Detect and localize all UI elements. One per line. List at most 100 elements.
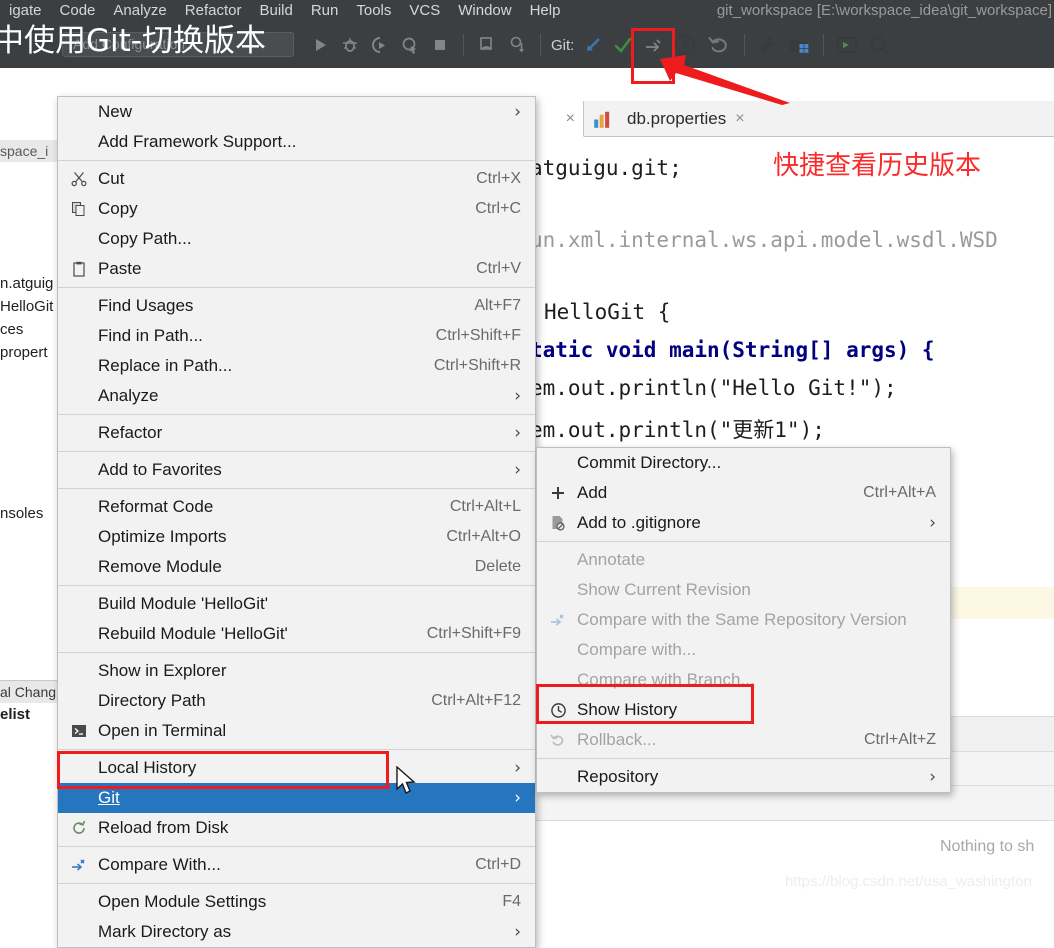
divider	[540, 34, 541, 56]
project-title: git_workspace [E:\workspace_idea\git_wor…	[716, 2, 1052, 19]
run-with-coverage-icon[interactable]	[365, 30, 395, 60]
terminal-icon	[69, 721, 89, 741]
code-line: HelloGit {	[544, 300, 671, 324]
menu-item-rebuild-module[interactable]: Rebuild Module 'HelloGit' Ctrl+Shift+F9	[58, 619, 535, 649]
menu-item-replace-in-path[interactable]: Replace in Path... Ctrl+Shift+R	[58, 351, 535, 381]
chevron-right-icon: ›	[514, 102, 521, 122]
menu-item-label: Optimize Imports	[98, 527, 227, 546]
menu-bar: igate Code Analyze Refactor Build Run To…	[0, 1, 569, 21]
editor-tab-active[interactable]: ×	[530, 101, 584, 137]
menu-item-vcs[interactable]: VCS	[400, 1, 449, 21]
code-line: em.out.println("Hello Git!");	[530, 376, 897, 400]
git-label: Git:	[551, 36, 575, 54]
submenu-item-compare-same-repo-version: Compare with the Same Repository Version	[537, 605, 950, 635]
menu-item-navigate[interactable]: igate	[0, 1, 51, 21]
project-tree-item[interactable]: ces	[0, 319, 57, 341]
commit-icon[interactable]	[578, 30, 608, 60]
local-changes-bar[interactable]: al Chang	[0, 681, 57, 703]
menu-item-accelerator: Delete	[474, 558, 521, 575]
menu-item-build-module[interactable]: Build Module 'HelloGit'	[58, 589, 535, 619]
pull-icon[interactable]	[502, 30, 532, 60]
submenu-item-add[interactable]: Add Ctrl+Alt+A	[537, 478, 950, 508]
nothing-to-show-label: Nothing to sh	[940, 838, 1035, 855]
submenu-item-show-current-revision: Show Current Revision	[537, 575, 950, 605]
menu-item-label: Add	[577, 483, 608, 502]
editor-tab-db-properties[interactable]: db.properties ×	[593, 101, 745, 137]
close-icon[interactable]: ×	[566, 110, 575, 128]
menu-item-copy-path[interactable]: Copy Path...	[58, 224, 535, 254]
menu-item-show-in-explorer[interactable]: Show in Explorer	[58, 656, 535, 686]
menu-separator	[58, 414, 535, 415]
submenu-item-commit-directory[interactable]: Commit Directory...	[537, 448, 950, 478]
compare-icon	[548, 610, 568, 630]
search-everywhere-icon[interactable]	[862, 30, 896, 60]
select-target-icon[interactable]	[832, 30, 862, 60]
menu-item-run[interactable]: Run	[302, 1, 348, 21]
menu-item-label: Replace in Path...	[98, 356, 233, 375]
code-line: em.out.println("更新1");	[530, 418, 825, 442]
project-tree-item[interactable]: HelloGit	[0, 296, 57, 318]
menu-item-code[interactable]: Code	[51, 1, 105, 21]
menu-item-accelerator: F4	[502, 893, 521, 910]
menu-item-label: Rollback...	[577, 730, 657, 749]
project-tree-header: space_i	[0, 140, 57, 162]
menu-separator	[58, 451, 535, 452]
menu-item-label: Add to .gitignore	[577, 513, 701, 532]
menu-item-find-in-path[interactable]: Find in Path... Ctrl+Shift+F	[58, 321, 535, 351]
profile-icon[interactable]	[395, 30, 425, 60]
menu-item-open-module-settings[interactable]: Open Module Settings F4	[58, 887, 535, 917]
submenu-item-rollback: Rollback... Ctrl+Alt+Z	[537, 725, 950, 755]
menu-item-analyze[interactable]: Analyze ›	[58, 381, 535, 411]
menu-item-open-in-terminal[interactable]: Open in Terminal	[58, 716, 535, 746]
run-icon[interactable]	[305, 30, 335, 60]
menu-item-label: Analyze	[98, 386, 159, 405]
menu-item-cut[interactable]: Cut Ctrl+X	[58, 164, 535, 194]
menu-item-add-framework-support[interactable]: Add Framework Support...	[58, 127, 535, 157]
divider	[744, 34, 746, 56]
menu-item-label: Copy	[98, 199, 138, 218]
menu-item-label: Build Module 'HelloGit'	[98, 594, 268, 613]
stop-icon[interactable]	[425, 30, 455, 60]
menu-item-analyze[interactable]: Analyze	[104, 1, 175, 21]
menu-item-find-usages[interactable]: Find Usages Alt+F7	[58, 291, 535, 321]
menu-item-paste[interactable]: Paste Ctrl+V	[58, 254, 535, 284]
submenu-item-compare-with: Compare with...	[537, 635, 950, 665]
project-tree-item[interactable]: nsoles	[0, 503, 57, 525]
menu-item-refactor[interactable]: Refactor	[176, 1, 251, 21]
menu-item-mark-directory-as[interactable]: Mark Directory as ›	[58, 917, 535, 947]
menu-item-remove-module[interactable]: Remove Module Delete	[58, 552, 535, 582]
menu-item-add-to-favorites[interactable]: Add to Favorites ›	[58, 455, 535, 485]
menu-item-accelerator: Ctrl+Alt+F12	[431, 692, 521, 709]
menu-item-optimize-imports[interactable]: Optimize Imports Ctrl+Alt+O	[58, 522, 535, 552]
project-tree-item[interactable]: n.atguig	[0, 273, 57, 295]
menu-item-accelerator: Ctrl+Alt+L	[449, 498, 521, 515]
menu-item-help[interactable]: Help	[521, 1, 570, 21]
menu-separator	[58, 488, 535, 489]
submenu-item-add-to-gitignore[interactable]: Add to .gitignore ›	[537, 508, 950, 538]
menu-item-accelerator: Ctrl+Shift+R	[433, 357, 521, 374]
update-project-icon[interactable]	[472, 30, 502, 60]
close-icon[interactable]: ×	[735, 110, 744, 128]
menu-item-label: Add to Favorites	[98, 460, 222, 479]
menu-item-label: Git	[98, 788, 120, 807]
menu-item-tools[interactable]: Tools	[347, 1, 400, 21]
menu-item-label: Open in Terminal	[98, 721, 227, 740]
menu-item-reload-from-disk[interactable]: Reload from Disk	[58, 813, 535, 843]
menu-item-compare-with[interactable]: Compare With... Ctrl+D	[58, 850, 535, 880]
menu-item-directory-path[interactable]: Directory Path Ctrl+Alt+F12	[58, 686, 535, 716]
menu-item-refactor[interactable]: Refactor ›	[58, 418, 535, 448]
copy-icon	[69, 199, 89, 219]
menu-item-accelerator: Ctrl+V	[476, 260, 521, 277]
project-tool-window: space_i n.atguig HelloGit ces propert ns…	[0, 68, 57, 902]
menu-item-copy[interactable]: Copy Ctrl+C	[58, 194, 535, 224]
menu-item-new[interactable]: New ›	[58, 97, 535, 127]
menu-item-window[interactable]: Window	[449, 1, 520, 21]
menu-item-label: Annotate	[577, 550, 646, 569]
menu-item-build[interactable]: Build	[250, 1, 301, 21]
editor-tab-label: db.properties	[627, 109, 727, 128]
project-tree-item[interactable]: propert	[0, 342, 57, 364]
debug-icon[interactable]	[335, 30, 365, 60]
menu-item-reformat-code[interactable]: Reformat Code Ctrl+Alt+L	[58, 492, 535, 522]
menu-separator	[537, 758, 950, 759]
submenu-item-repository[interactable]: Repository ›	[537, 762, 950, 792]
